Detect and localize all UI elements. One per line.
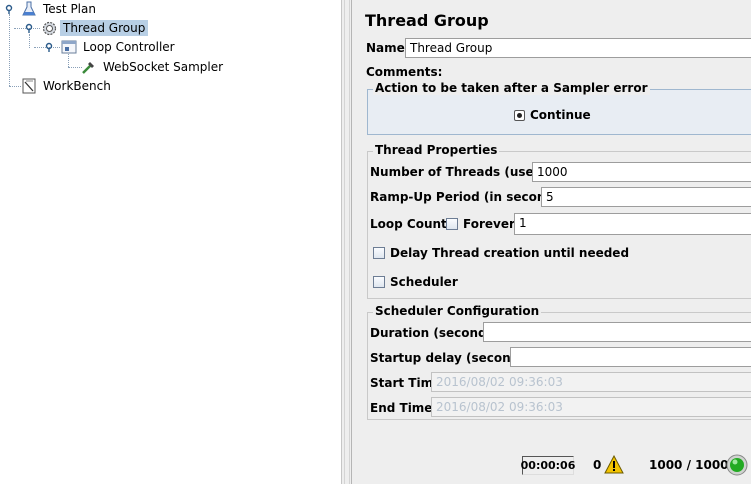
- websocket-sampler-pipette-icon: [80, 58, 98, 76]
- tree-item-label: WebSocket Sampler: [103, 60, 224, 74]
- elapsed-time: 00:00:06: [521, 456, 575, 475]
- duration-input[interactable]: [483, 322, 751, 342]
- tree-item-thread-group[interactable]: Thread Group: [40, 19, 149, 37]
- split-pane-divider[interactable]: [341, 0, 351, 484]
- tree-connector: [9, 14, 10, 86]
- test-plan-flask-icon: [20, 0, 38, 18]
- running-green-light-icon: [726, 454, 748, 476]
- group-legend: Action to be taken after a Sampler error: [373, 81, 650, 95]
- page-title: Thread Group: [365, 11, 489, 30]
- tree-item-workbench[interactable]: WorkBench: [20, 77, 114, 95]
- forever-checkbox[interactable]: Forever: [446, 217, 515, 231]
- rampup-input[interactable]: 5: [541, 187, 751, 207]
- loop-count-label: Loop Count:: [370, 217, 452, 231]
- end-time-input[interactable]: 2016/08/02 09:36:03: [431, 397, 751, 417]
- group-legend: Scheduler Configuration: [373, 304, 542, 318]
- loop-count-input[interactable]: 1: [514, 213, 751, 235]
- tree-item-loop-controller[interactable]: Loop Controller: [60, 38, 178, 56]
- continue-radio[interactable]: Continue: [514, 108, 591, 122]
- delay-thread-creation-checkbox[interactable]: Delay Thread creation until needed: [373, 246, 629, 260]
- tree-item-label: Test Plan: [43, 2, 96, 16]
- startup-delay-label: Startup delay (seconds): [370, 351, 532, 365]
- radio-label: Continue: [530, 108, 591, 122]
- tree-item-label: Thread Group: [60, 20, 149, 36]
- checkbox-icon: [446, 218, 458, 230]
- scheduler-checkbox[interactable]: Scheduler: [373, 275, 458, 289]
- sampler-error-action-group: Action to be taken after a Sampler error…: [367, 81, 751, 135]
- threads-label: Number of Threads (users):: [370, 165, 558, 179]
- checkbox-label: Scheduler: [390, 275, 458, 289]
- name-field[interactable]: Thread Group: [405, 38, 751, 58]
- workbench-icon: [20, 77, 38, 95]
- test-plan-tree[interactable]: Test Plan Thread Group Loop Controller W…: [0, 0, 341, 484]
- end-time-label: End Time: [370, 401, 433, 415]
- tree-expand-handle-icon[interactable]: [4, 4, 14, 14]
- checkbox-label: Delay Thread creation until needed: [390, 246, 630, 260]
- thread-group-gear-icon: [40, 19, 58, 37]
- thread-group-panel: Thread Group Name: Thread Group Comments…: [352, 0, 751, 484]
- startup-delay-input[interactable]: [510, 347, 751, 367]
- name-label: Name:: [366, 41, 410, 55]
- loop-controller-icon: [60, 38, 78, 56]
- tree-item-label: WorkBench: [43, 79, 111, 93]
- checkbox-icon: [373, 247, 385, 259]
- checkbox-label: Forever: [463, 217, 515, 231]
- threads-input[interactable]: 1000: [532, 162, 751, 182]
- tree-item-websocket-sampler[interactable]: WebSocket Sampler: [80, 58, 226, 76]
- tree-connector: [29, 34, 30, 48]
- active-threads-count: 1000 / 1000: [649, 458, 729, 472]
- divider-grip: [344, 0, 350, 484]
- checkbox-icon: [373, 276, 385, 288]
- start-time-input[interactable]: 2016/08/02 09:36:03: [431, 372, 751, 392]
- duration-label: Duration (seconds): [370, 326, 500, 340]
- tree-expand-handle-icon[interactable]: [44, 42, 54, 52]
- tree-item-test-plan[interactable]: Test Plan: [20, 0, 99, 18]
- group-legend: Thread Properties: [373, 143, 500, 157]
- warning-count: 0: [593, 458, 602, 472]
- warning-triangle-icon[interactable]: [604, 455, 624, 474]
- radio-selected-icon: [514, 109, 525, 121]
- tree-expand-handle-icon[interactable]: [24, 23, 34, 33]
- comments-label: Comments:: [366, 65, 443, 79]
- tree-item-label: Loop Controller: [83, 40, 175, 54]
